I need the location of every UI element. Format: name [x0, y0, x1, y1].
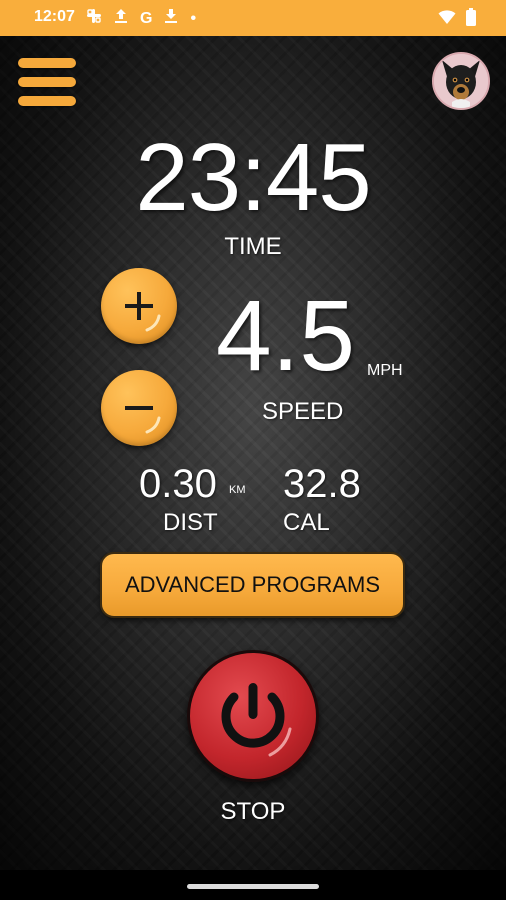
- dot-icon: •: [190, 9, 197, 27]
- treadmill-screen: 12:07 G • 23:45 TIME 4.5 MPH SPEED 0.30 …: [0, 0, 506, 900]
- dog-avatar-icon: [434, 54, 488, 108]
- wifi-icon: [438, 9, 456, 30]
- speed-unit: MPH: [367, 362, 403, 379]
- download-icon: [164, 8, 178, 29]
- status-system-icons: [438, 8, 476, 31]
- distance-unit: KM: [229, 484, 246, 496]
- power-icon: [221, 683, 292, 757]
- status-bar: 12:07 G •: [0, 0, 506, 36]
- elapsed-time-value: 23:45: [135, 124, 371, 231]
- home-gesture-handle[interactable]: [187, 884, 319, 889]
- speed-decrease-button[interactable]: [101, 370, 177, 446]
- speed-label: SPEED: [262, 398, 344, 425]
- status-notification-icons: G •: [86, 8, 196, 29]
- calories-value: 32.8: [283, 462, 361, 506]
- upload-icon: [114, 8, 128, 29]
- battery-icon: [466, 8, 476, 31]
- profile-avatar[interactable]: [432, 52, 490, 110]
- slack-icon: [86, 8, 102, 29]
- distance-label: DIST: [163, 509, 218, 536]
- stop-button[interactable]: [187, 650, 319, 782]
- speed-value: 4.5: [216, 280, 356, 392]
- speed-increase-button[interactable]: [101, 268, 177, 344]
- distance-value: 0.30: [139, 462, 217, 506]
- calories-label: CAL: [283, 509, 330, 536]
- google-icon: G: [140, 9, 153, 27]
- advanced-programs-label: ADVANCED PROGRAMS: [124, 572, 381, 597]
- stop-label: STOP: [220, 798, 286, 825]
- navigation-bar: [0, 870, 506, 900]
- time-label: TIME: [224, 233, 282, 260]
- minus-icon: [125, 406, 161, 434]
- main-panel: 23:45 TIME 4.5 MPH SPEED 0.30 KM DIST 32…: [0, 36, 506, 870]
- hamburger-menu-icon[interactable]: [18, 58, 76, 106]
- advanced-programs-button[interactable]: ADVANCED PROGRAMS: [100, 552, 405, 618]
- plus-icon: [125, 292, 161, 332]
- status-time: 12:07: [34, 8, 75, 25]
